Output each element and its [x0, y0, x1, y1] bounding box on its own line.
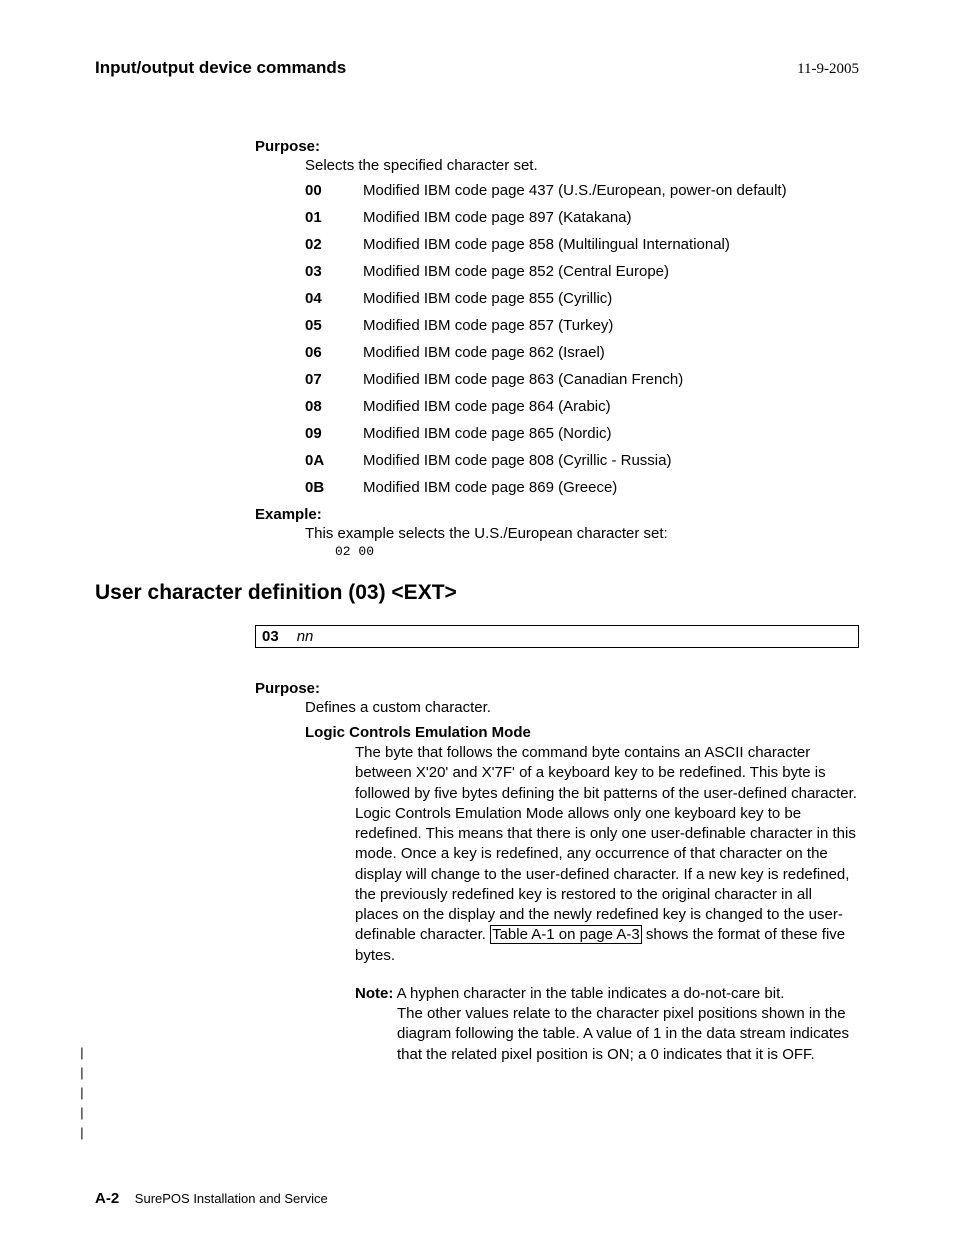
code-key: 09: [305, 425, 363, 442]
section-heading-user-char-def: User character definition (03) <EXT>: [95, 581, 859, 605]
code-desc: Modified IBM code page 869 (Greece): [363, 479, 859, 496]
code-desc: Modified IBM code page 855 (Cyrillic): [363, 290, 859, 307]
code-key: 00: [305, 182, 363, 199]
code-desc: Modified IBM code page 865 (Nordic): [363, 425, 859, 442]
code-row: 01Modified IBM code page 897 (Katakana): [305, 209, 859, 226]
body-pre-text: The byte that follows the command byte c…: [355, 744, 857, 943]
code-key: 0B: [305, 479, 363, 496]
code-row: 09Modified IBM code page 865 (Nordic): [305, 425, 859, 442]
code-row: 0BModified IBM code page 869 (Greece): [305, 479, 859, 496]
code-key: 02: [305, 236, 363, 253]
code-desc: Modified IBM code page 437 (U.S./Europea…: [363, 182, 859, 199]
code-row: 0AModified IBM code page 808 (Cyrillic -…: [305, 452, 859, 469]
code-row: 04Modified IBM code page 855 (Cyrillic): [305, 290, 859, 307]
purpose-label-2: Purpose:: [255, 680, 859, 697]
example-code: 02 00: [335, 544, 859, 559]
syntax-param: nn: [297, 628, 314, 645]
page-footer: A-2 SurePOS Installation and Service: [95, 1190, 328, 1207]
code-desc: Modified IBM code page 863 (Canadian Fre…: [363, 371, 859, 388]
code-row: 08Modified IBM code page 864 (Arabic): [305, 398, 859, 415]
code-row: 00Modified IBM code page 437 (U.S./Europ…: [305, 182, 859, 199]
example-text: This example selects the U.S./European c…: [305, 525, 859, 542]
logic-controls-body: The byte that follows the command byte c…: [355, 743, 859, 966]
code-key: 07: [305, 371, 363, 388]
code-desc: Modified IBM code page 864 (Arabic): [363, 398, 859, 415]
running-header-date: 11-9-2005: [797, 61, 859, 78]
code-desc: Modified IBM code page 808 (Cyrillic - R…: [363, 452, 859, 469]
purpose-intro-2: Defines a custom character.: [305, 699, 859, 716]
code-key: 0A: [305, 452, 363, 469]
code-desc: Modified IBM code page 862 (Israel): [363, 344, 859, 361]
code-page-list: 00Modified IBM code page 437 (U.S./Europ…: [305, 182, 859, 496]
code-row: 02Modified IBM code page 858 (Multilingu…: [305, 236, 859, 253]
table-cross-reference-link[interactable]: Table A-1 on page A-3: [490, 925, 642, 944]
footer-doc-title: SurePOS Installation and Service: [135, 1191, 328, 1206]
note-label: Note:: [355, 985, 393, 1002]
code-key: 05: [305, 317, 363, 334]
code-key: 03: [305, 263, 363, 280]
syntax-opcode: 03: [262, 628, 279, 645]
purpose-label: Purpose:: [255, 138, 859, 155]
example-label: Example:: [255, 506, 859, 523]
code-key: 06: [305, 344, 363, 361]
code-desc: Modified IBM code page 857 (Turkey): [363, 317, 859, 334]
code-row: 03Modified IBM code page 852 (Central Eu…: [305, 263, 859, 280]
code-key: 08: [305, 398, 363, 415]
logic-controls-heading: Logic Controls Emulation Mode: [305, 724, 859, 741]
note-first-line: A hyphen character in the table indicate…: [393, 985, 784, 1002]
code-row: 06Modified IBM code page 862 (Israel): [305, 344, 859, 361]
syntax-box: 03 nn: [255, 625, 859, 648]
code-desc: Modified IBM code page 852 (Central Euro…: [363, 263, 859, 280]
running-header-title: Input/output device commands: [95, 58, 346, 78]
note-body: The other values relate to the character…: [397, 1004, 859, 1065]
code-key: 04: [305, 290, 363, 307]
revision-change-bars: |||||: [78, 1044, 86, 1144]
code-desc: Modified IBM code page 897 (Katakana): [363, 209, 859, 226]
code-row: 07Modified IBM code page 863 (Canadian F…: [305, 371, 859, 388]
code-desc: Modified IBM code page 858 (Multilingual…: [363, 236, 859, 253]
note-block: Note: A hyphen character in the table in…: [355, 984, 859, 1065]
code-key: 01: [305, 209, 363, 226]
footer-page-number: A-2: [95, 1190, 119, 1207]
code-row: 05Modified IBM code page 857 (Turkey): [305, 317, 859, 334]
purpose-intro: Selects the specified character set.: [305, 157, 859, 174]
